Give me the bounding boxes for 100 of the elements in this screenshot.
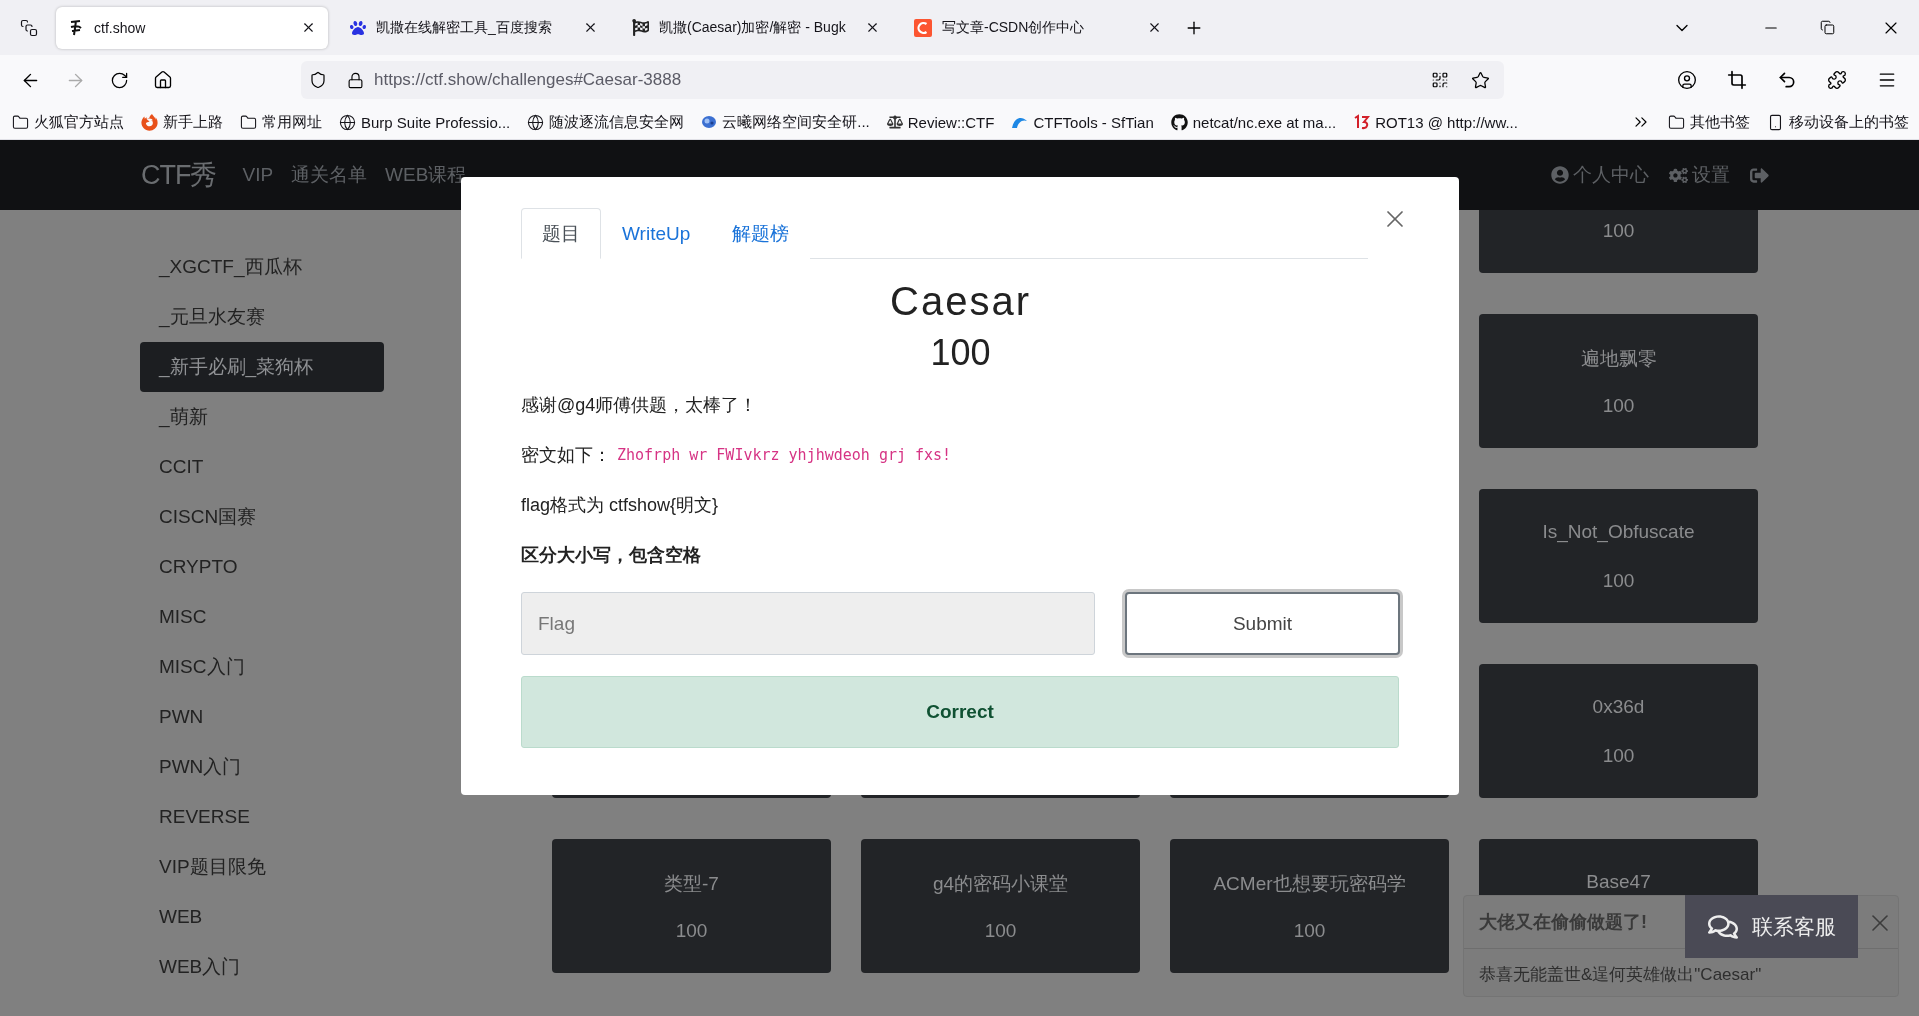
category-item[interactable]: VIP题目限免	[140, 842, 384, 892]
challenge-title: 遍地飘零	[1580, 347, 1657, 370]
category-item[interactable]: CCIT	[140, 442, 384, 492]
account-icon[interactable]	[1677, 70, 1697, 90]
brush-mark-icon	[1353, 114, 1371, 130]
category-item[interactable]: _XGCTF_西瓜杯	[140, 242, 384, 292]
extensions-icon[interactable]	[1827, 70, 1847, 90]
challenge-points: 100	[984, 920, 1017, 943]
address-bar[interactable]: https://ctf.show/challenges#Caesar-3888	[301, 61, 1504, 99]
folder-icon	[240, 113, 257, 131]
bookmark[interactable]: 常用网址	[240, 112, 322, 132]
dialog-tab[interactable]: 题目	[521, 208, 601, 259]
flag-input[interactable]: Flag	[521, 592, 1095, 655]
challenge-card[interactable]: ACMer也想要玩密码学 100	[1170, 839, 1449, 973]
reload-icon[interactable]	[110, 70, 129, 90]
crop-icon[interactable]	[1727, 70, 1747, 90]
close-icon[interactable]	[301, 20, 316, 35]
challenge-card[interactable]: 0x36d 100	[1479, 664, 1758, 798]
browser-tab[interactable]: ctf.show	[56, 6, 328, 49]
close-icon[interactable]	[1147, 20, 1162, 35]
qr-code-icon[interactable]	[1431, 71, 1449, 89]
category-item[interactable]: MISC	[140, 592, 384, 642]
folder-icon	[1668, 113, 1685, 131]
undo-icon[interactable]	[1777, 70, 1797, 90]
challenge-title: Is_Not_Obfuscate	[1542, 521, 1695, 545]
nav-link[interactable]: VIP	[242, 164, 274, 186]
category-item[interactable]: _萌新	[140, 392, 384, 442]
category-item[interactable]: MISC入门	[140, 642, 384, 692]
bookmark[interactable]: 移动设备上的书签	[1767, 112, 1909, 132]
challenge-points: 100	[1602, 220, 1635, 243]
calligraphy-icon	[68, 18, 84, 37]
shield-icon	[309, 71, 327, 89]
challenge-card[interactable]: Is_Not_Obfuscate 100	[1479, 489, 1758, 623]
challenge-title: g4的密码小课堂	[932, 872, 1069, 895]
challenge-card[interactable]: 类型-7 100	[552, 839, 831, 973]
challenge-points: 100	[930, 332, 991, 374]
bookmark-star-icon[interactable]	[1471, 70, 1490, 90]
browser-tab[interactable]: 凯撒在线解密工具_百度搜索	[338, 6, 610, 49]
bookmark[interactable]: 新手上路	[141, 112, 223, 132]
globe-icon	[339, 113, 356, 131]
browser-icon	[141, 113, 158, 131]
ciphertext: Zhofrph wr FWIvkrz yhjhwdeoh grj fxs!	[617, 446, 952, 464]
github-icon	[1170, 113, 1188, 131]
category-item[interactable]: PWN	[140, 692, 384, 742]
lock-icon	[347, 71, 364, 89]
category-item[interactable]: WEB入门	[140, 942, 384, 992]
home-icon[interactable]	[153, 70, 173, 90]
popup-message: 恭喜无能盖世&逞何英雄做出"Caesar"	[1478, 964, 1763, 986]
result-alert: Correct	[521, 676, 1399, 748]
swirl-icon	[701, 115, 718, 129]
popup-title: 大佬又在偷偷做题了!	[1479, 911, 1647, 934]
challenge-card[interactable]: g4的密码小课堂 100	[861, 839, 1140, 973]
tab-list-icon[interactable]	[20, 18, 38, 37]
challenge-points: 100	[1602, 570, 1635, 593]
challenge-points: 100	[1602, 745, 1635, 768]
folder-icon	[12, 113, 29, 131]
category-item[interactable]: PWN入门	[140, 742, 384, 792]
challenge-title: 类型-7	[664, 872, 719, 895]
category-item[interactable]: CRYPTO	[140, 542, 384, 592]
browser-tab[interactable]: 凯撒(Caesar)加密/解密 - Bugk	[620, 6, 892, 49]
bookmark[interactable]: Burp Suite Professio...	[339, 113, 511, 131]
category-item[interactable]: WEB	[140, 892, 384, 942]
bookmark[interactable]: netcat/nc.exe at ma...	[1170, 113, 1337, 131]
challenge-card[interactable]: 100	[1479, 210, 1758, 273]
close-icon[interactable]	[583, 20, 598, 35]
note-text: 区分大小写，包含空格	[521, 544, 702, 567]
globe-icon	[527, 113, 545, 131]
settings-icon	[1669, 165, 1688, 185]
user-icon	[1551, 166, 1569, 184]
browser-tab[interactable]: 写文章-CSDN创作中心	[902, 6, 1174, 49]
category-item[interactable]: _元旦水友赛	[140, 292, 384, 342]
nav-link[interactable]: 通关名单	[291, 162, 368, 188]
paw-icon	[350, 19, 366, 36]
description-text: 密文如下：	[521, 444, 611, 467]
challenge-title: Caesar	[890, 279, 1031, 324]
checkered-flag-icon	[632, 19, 649, 36]
phone-icon	[1767, 113, 1784, 131]
bookmark[interactable]: 火狐官方站点	[12, 112, 124, 132]
category-item[interactable]: REVERSE	[140, 792, 384, 842]
bookmark[interactable]: 随波逐流信息安全网	[527, 112, 685, 132]
category-item[interactable]: CISCN国赛	[140, 492, 384, 542]
close-icon[interactable]	[865, 20, 880, 35]
bookmark[interactable]: 云曦网络空间安全研...	[701, 112, 870, 132]
restore-icon[interactable]	[1820, 20, 1835, 35]
challenge-points: 100	[1293, 920, 1326, 943]
logo-icon	[914, 18, 932, 37]
category-item[interactable]: _新手必刷_菜狗杯	[140, 342, 384, 392]
site-logo[interactable]: CTF秀	[141, 157, 217, 193]
nav-link[interactable]: 设置	[1669, 162, 1730, 188]
bookmark[interactable]: ROT13 @ http://ww...	[1353, 113, 1518, 131]
logout-icon[interactable]	[1750, 165, 1769, 185]
balance-scale-icon	[886, 114, 903, 130]
challenge-card[interactable]: 遍地飘零 100	[1479, 314, 1758, 448]
contact-support-button[interactable]: 联系客服	[1685, 895, 1858, 958]
bookmark[interactable]: 其他书签	[1668, 112, 1750, 132]
challenge-title: 0x36d	[1592, 696, 1645, 719]
submit-button[interactable]: Submit	[1125, 592, 1400, 655]
bookmark[interactable]: Review::CTF	[886, 113, 995, 131]
nav-link[interactable]: 个人中心	[1551, 162, 1649, 188]
bookmark[interactable]: CTFTools - SfTian	[1011, 113, 1154, 131]
